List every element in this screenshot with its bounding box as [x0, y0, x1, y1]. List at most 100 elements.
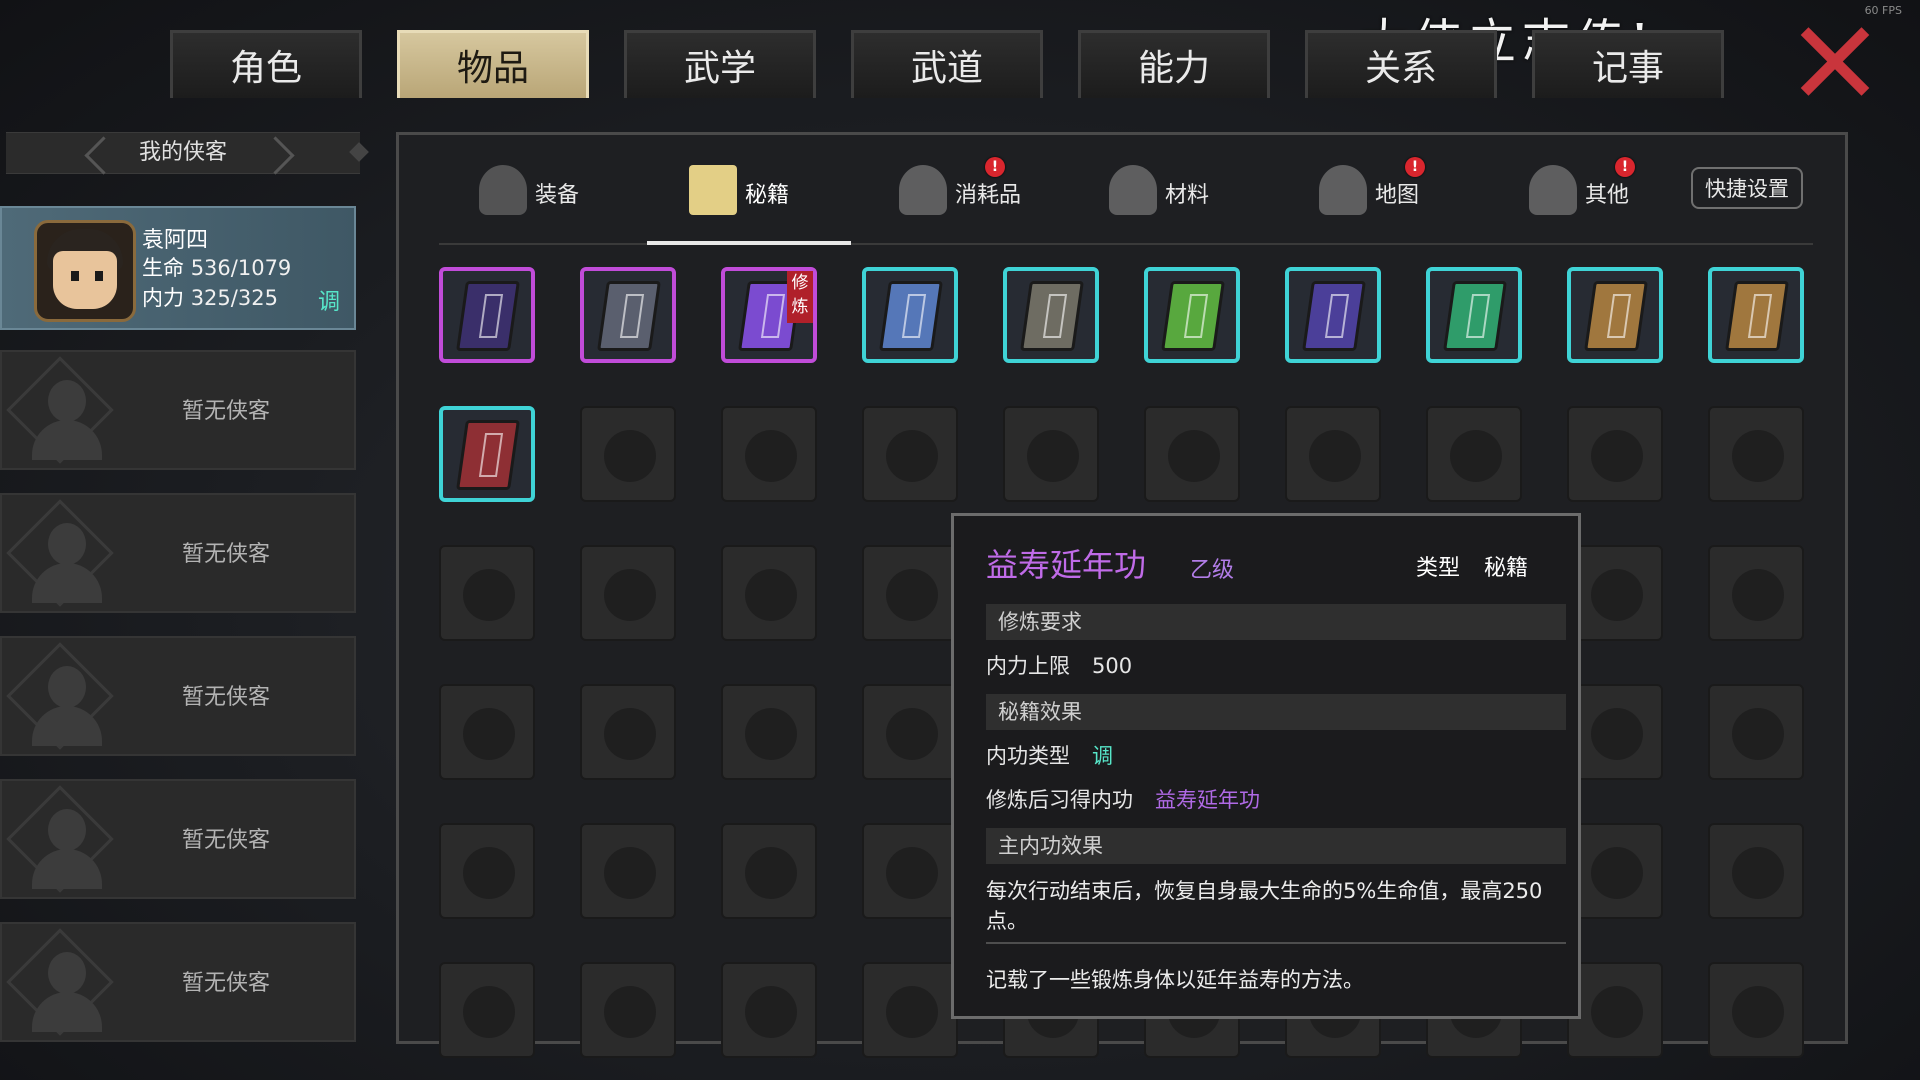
- tooltip-item-name: 益寿延年功: [986, 546, 1147, 584]
- inventory-empty-slot[interactable]: [1708, 962, 1804, 1058]
- tooltip-main-effect: 每次行动结束后，恢复自身最大生命的5%生命值，最高250点。: [986, 879, 1543, 933]
- sub-tab[interactable]: 材料: [1069, 155, 1269, 225]
- inventory-item-slot[interactable]: [1003, 267, 1099, 363]
- empty-party-slot[interactable]: 暂无侠客: [0, 922, 356, 1042]
- inventory-item-slot[interactable]: 修炼: [721, 267, 817, 363]
- book-icon: [1443, 281, 1507, 351]
- character-name: 袁阿四: [142, 228, 209, 253]
- book-icon: [879, 281, 943, 351]
- character-card[interactable]: 袁阿四 生命 536/1079 内力 325/325 调: [0, 206, 356, 330]
- sub-tab-label: 材料: [1165, 183, 1210, 208]
- inventory-empty-slot[interactable]: [1567, 684, 1663, 780]
- silhouette-icon: [6, 642, 114, 750]
- inventory-empty-slot[interactable]: [1285, 406, 1381, 502]
- inventory-empty-slot[interactable]: [721, 823, 817, 919]
- sub-tab[interactable]: 其他!: [1489, 155, 1689, 225]
- item-tooltip: 益寿延年功 乙级 类型 秘籍 修炼要求 内力上限 500 秘籍效果 内功类型调 修…: [951, 513, 1581, 1019]
- inventory-empty-slot[interactable]: [1003, 406, 1099, 502]
- inventory-item-slot[interactable]: [862, 267, 958, 363]
- inventory-item-slot[interactable]: [439, 406, 535, 502]
- inventory-item-slot[interactable]: [439, 267, 535, 363]
- inventory-empty-slot[interactable]: [1708, 406, 1804, 502]
- inventory-empty-slot[interactable]: [862, 962, 958, 1058]
- inventory-empty-slot[interactable]: [721, 545, 817, 641]
- inventory-item-slot[interactable]: [1708, 267, 1804, 363]
- inventory-empty-slot[interactable]: [1567, 406, 1663, 502]
- character-mp: 内力 325/325: [142, 286, 278, 310]
- inventory-empty-slot[interactable]: [862, 406, 958, 502]
- empty-party-slot[interactable]: 暂无侠客: [0, 493, 356, 613]
- book-icon: [1584, 281, 1648, 351]
- inventory-empty-slot[interactable]: [721, 684, 817, 780]
- tooltip-section-main-effect: 主内功效果: [986, 828, 1566, 864]
- inventory-empty-slot[interactable]: [580, 406, 676, 502]
- inventory-empty-slot[interactable]: [580, 962, 676, 1058]
- inventory-empty-slot[interactable]: [862, 545, 958, 641]
- notification-badge-icon: !: [985, 157, 1005, 177]
- inventory-item-slot[interactable]: [1144, 267, 1240, 363]
- inventory-empty-slot[interactable]: [1426, 406, 1522, 502]
- sub-tab[interactable]: 装备: [439, 155, 639, 225]
- notification-badge-icon: !: [1405, 157, 1425, 177]
- top-tab[interactable]: 物品: [397, 30, 589, 98]
- silhouette-icon: [6, 356, 114, 464]
- sub-tab[interactable]: 地图!: [1279, 155, 1479, 225]
- inventory-empty-slot[interactable]: [580, 545, 676, 641]
- inventory-empty-slot[interactable]: [580, 684, 676, 780]
- inventory-empty-slot[interactable]: [580, 823, 676, 919]
- top-tab[interactable]: 武学: [624, 30, 816, 98]
- character-hp: 生命 536/1079: [142, 256, 292, 280]
- inventory-empty-slot[interactable]: [1708, 684, 1804, 780]
- silhouette-icon: [6, 928, 114, 1036]
- inventory-empty-slot[interactable]: [862, 823, 958, 919]
- top-tab[interactable]: 角色: [170, 30, 362, 98]
- sub-tab-label: 地图: [1375, 183, 1420, 208]
- book-icon: [689, 165, 737, 215]
- inventory-item-slot[interactable]: [1426, 267, 1522, 363]
- inventory-empty-slot[interactable]: [1708, 545, 1804, 641]
- empty-slot-label: 暂无侠客: [182, 542, 271, 567]
- silhouette-icon: [6, 785, 114, 893]
- inventory-empty-slot[interactable]: [439, 962, 535, 1058]
- inventory-empty-slot[interactable]: [1708, 823, 1804, 919]
- sub-tab[interactable]: 消耗品!: [859, 155, 1059, 225]
- party-header-title: 我的侠客: [138, 140, 227, 165]
- tooltip-learn-row: 修炼后习得内功 益寿延年功: [986, 788, 1260, 812]
- armor-icon: [479, 165, 527, 215]
- inventory-empty-slot[interactable]: [721, 962, 817, 1058]
- empty-party-slot[interactable]: 暂无侠客: [0, 350, 356, 470]
- tooltip-lore: 记载了一些锻炼身体以延年益寿的方法。: [986, 968, 1364, 992]
- party-header: 我的侠客: [6, 132, 369, 175]
- book-icon: [1725, 281, 1789, 351]
- tooltip-divider: [986, 942, 1566, 944]
- inventory-empty-slot[interactable]: [1567, 962, 1663, 1058]
- inventory-empty-slot[interactable]: [1567, 545, 1663, 641]
- top-tab[interactable]: 关系: [1305, 30, 1497, 98]
- inventory-item-slot[interactable]: [1567, 267, 1663, 363]
- sub-tab[interactable]: 秘籍: [649, 155, 849, 225]
- inventory-item-slot[interactable]: [1285, 267, 1381, 363]
- empty-party-slot[interactable]: 暂无侠客: [0, 636, 356, 756]
- inventory-empty-slot[interactable]: [439, 684, 535, 780]
- inventory-empty-slot[interactable]: [862, 684, 958, 780]
- character-internal-type: 调: [317, 290, 340, 315]
- tooltip-type-value: 秘籍: [1484, 556, 1529, 581]
- tooltip-req-row: 内力上限 500: [986, 654, 1133, 678]
- inventory-empty-slot[interactable]: [721, 406, 817, 502]
- inventory-empty-slot[interactable]: [1144, 406, 1240, 502]
- inventory-empty-slot[interactable]: [439, 823, 535, 919]
- sub-tab-bar: 装备 秘籍 消耗品! 材料 地图! 其他!: [439, 155, 1825, 225]
- quick-settings-button[interactable]: 快捷设置: [1691, 167, 1803, 209]
- inventory-item-slot[interactable]: [580, 267, 676, 363]
- top-tab[interactable]: 记事: [1532, 30, 1724, 98]
- empty-party-slot[interactable]: 暂无侠客: [0, 779, 356, 899]
- book-icon: [456, 420, 520, 490]
- inventory-empty-slot[interactable]: [439, 545, 535, 641]
- close-icon[interactable]: [1798, 24, 1870, 96]
- inventory-empty-slot[interactable]: [1567, 823, 1663, 919]
- top-tab[interactable]: 能力: [1078, 30, 1270, 98]
- top-tab[interactable]: 武道: [851, 30, 1043, 98]
- book-icon: [597, 281, 661, 351]
- empty-slot-label: 暂无侠客: [182, 828, 271, 853]
- sub-tab-label: 秘籍: [745, 183, 790, 208]
